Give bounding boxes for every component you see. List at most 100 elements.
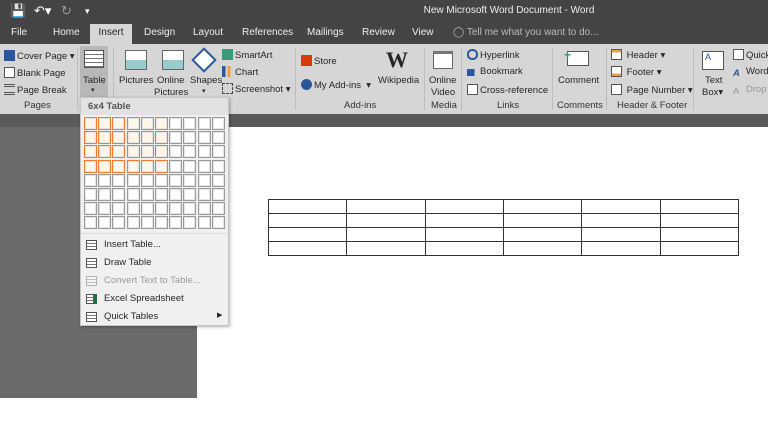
grid-cell[interactable] xyxy=(84,117,97,130)
grid-cell[interactable] xyxy=(98,188,112,201)
my-addins-button[interactable]: My Add-ins ▾ xyxy=(301,79,371,91)
tab-references[interactable]: References xyxy=(242,27,293,38)
grid-cell[interactable] xyxy=(155,216,168,230)
tab-view[interactable]: View xyxy=(412,27,434,38)
footer-button[interactable]: Footer ▾ xyxy=(611,66,662,78)
grid-cell[interactable] xyxy=(126,117,140,130)
chart-button[interactable]: Chart xyxy=(222,66,258,78)
grid-cell[interactable] xyxy=(211,117,225,130)
grid-cell[interactable] xyxy=(211,202,225,216)
hyperlink-button[interactable]: Hyperlink xyxy=(467,49,520,61)
grid-cell[interactable] xyxy=(98,216,112,230)
grid-cell[interactable] xyxy=(197,202,211,216)
grid-cell[interactable] xyxy=(126,188,140,201)
grid-cell[interactable] xyxy=(211,145,225,159)
table-cell[interactable] xyxy=(581,213,661,228)
table-cell[interactable] xyxy=(502,213,583,228)
grid-cell[interactable] xyxy=(112,188,126,201)
grid-cell[interactable] xyxy=(211,188,225,201)
grid-cell[interactable] xyxy=(112,117,126,130)
table-cell[interactable] xyxy=(659,199,740,214)
grid-cell[interactable] xyxy=(140,202,154,216)
comment-button[interactable]: + Comment xyxy=(556,48,602,90)
grid-cell[interactable] xyxy=(155,202,168,216)
menu-item-quick-tables[interactable]: Quick Tables ▶ xyxy=(81,308,228,326)
grid-cell[interactable] xyxy=(140,131,154,145)
online-pictures-button[interactable]: Online Pictures xyxy=(154,48,190,98)
grid-cell[interactable] xyxy=(126,145,140,159)
grid-cell[interactable] xyxy=(98,145,112,159)
smartart-button[interactable]: SmartArt xyxy=(222,49,272,61)
text-box-button[interactable]: A Text Box▾ xyxy=(699,48,727,98)
document-table[interactable] xyxy=(267,199,740,256)
grid-cell[interactable] xyxy=(169,216,183,230)
grid-cell[interactable] xyxy=(197,145,211,159)
wikipedia-button[interactable]: W Wikipedia xyxy=(378,47,420,92)
tab-file[interactable]: File xyxy=(11,27,27,38)
grid-cell[interactable] xyxy=(112,159,126,173)
grid-cell[interactable] xyxy=(126,131,140,145)
grid-cell[interactable] xyxy=(126,173,140,187)
grid-cell[interactable] xyxy=(183,145,197,159)
tab-design[interactable]: Design xyxy=(144,27,175,38)
tab-layout[interactable]: Layout xyxy=(193,27,223,38)
page-break-button[interactable]: Page Break xyxy=(4,84,67,96)
grid-cell[interactable] xyxy=(126,159,140,173)
grid-cell[interactable] xyxy=(98,117,112,130)
grid-cell[interactable] xyxy=(183,173,197,187)
grid-cell[interactable] xyxy=(183,216,197,230)
grid-cell[interactable] xyxy=(112,145,126,159)
pictures-button[interactable]: Pictures xyxy=(119,48,153,98)
grid-cell[interactable] xyxy=(112,173,126,187)
grid-cell[interactable] xyxy=(169,131,183,145)
grid-cell[interactable] xyxy=(84,145,97,159)
menu-item-insert-table[interactable]: Insert Table... xyxy=(81,236,228,254)
page-number-button[interactable]: Page Number ▾ xyxy=(611,84,693,96)
grid-cell[interactable] xyxy=(183,202,197,216)
bookmark-button[interactable]: Bookmark xyxy=(467,66,523,77)
table-cell[interactable] xyxy=(581,199,661,214)
grid-cell[interactable] xyxy=(169,117,183,130)
screenshot-button[interactable]: Screenshot ▾ xyxy=(222,83,290,95)
grid-cell[interactable] xyxy=(169,188,183,201)
grid-cell[interactable] xyxy=(155,159,168,173)
grid-cell[interactable] xyxy=(140,188,154,201)
tab-mailings[interactable]: Mailings xyxy=(307,27,344,38)
blank-page-button[interactable]: Blank Page xyxy=(4,67,66,79)
grid-cell[interactable] xyxy=(84,188,97,201)
quick-parts-button[interactable]: Quick xyxy=(733,49,768,61)
tab-review[interactable]: Review xyxy=(362,27,395,38)
tab-insert[interactable]: Insert xyxy=(90,24,132,44)
grid-cell[interactable] xyxy=(84,173,97,187)
wordart-button[interactable]: A Word xyxy=(733,66,768,79)
grid-cell[interactable] xyxy=(84,159,97,173)
grid-cell[interactable] xyxy=(98,131,112,145)
table-cell[interactable] xyxy=(346,213,426,228)
grid-cell[interactable] xyxy=(169,173,183,187)
menu-item-excel-spreadsheet[interactable]: Excel Spreadsheet xyxy=(81,290,228,308)
grid-cell[interactable] xyxy=(98,173,112,187)
grid-cell[interactable] xyxy=(197,131,211,145)
table-cell[interactable] xyxy=(502,227,583,242)
header-button[interactable]: Header ▾ xyxy=(611,49,665,61)
table-cell[interactable] xyxy=(346,241,426,256)
table-cell[interactable] xyxy=(267,227,348,242)
grid-cell[interactable] xyxy=(98,202,112,216)
table-cell[interactable] xyxy=(267,213,348,228)
shapes-button[interactable]: Shapes ▾ xyxy=(189,47,222,98)
table-button[interactable]: Table ▾ xyxy=(80,46,108,98)
store-button[interactable]: Store xyxy=(301,55,337,67)
grid-cell[interactable] xyxy=(183,159,197,173)
grid-cell[interactable] xyxy=(140,159,154,173)
table-cell[interactable] xyxy=(424,241,504,256)
grid-cell[interactable] xyxy=(155,131,168,145)
grid-cell[interactable] xyxy=(140,173,154,187)
table-cell[interactable] xyxy=(659,227,740,242)
grid-cell[interactable] xyxy=(211,216,225,230)
grid-cell[interactable] xyxy=(112,131,126,145)
grid-cell[interactable] xyxy=(112,202,126,216)
grid-cell[interactable] xyxy=(183,131,197,145)
table-cell[interactable] xyxy=(346,199,426,214)
table-cell[interactable] xyxy=(424,227,504,242)
grid-cell[interactable] xyxy=(140,145,154,159)
